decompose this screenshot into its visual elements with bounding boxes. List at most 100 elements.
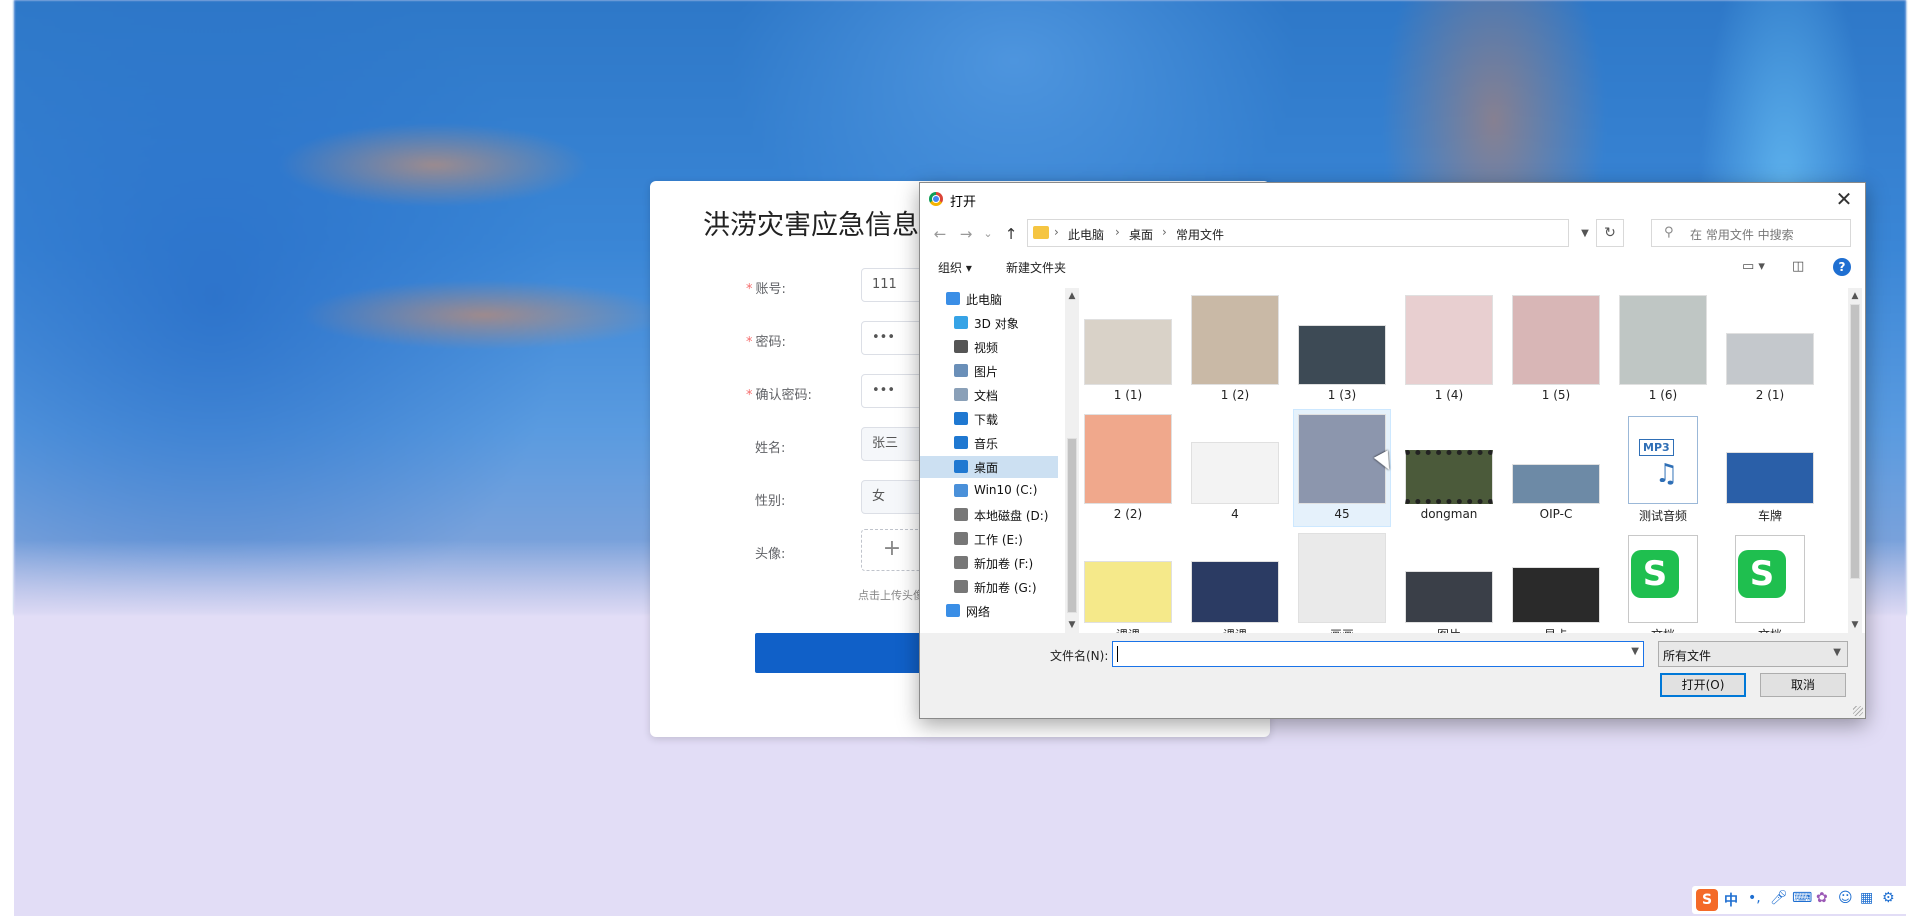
keyboard-icon[interactable]: ⌨ xyxy=(1792,890,1812,906)
file-item[interactable]: 画画 xyxy=(1294,529,1390,633)
sidebar-item[interactable]: 本地磁盘 (D:) xyxy=(920,504,1058,526)
breadcrumb-item[interactable]: 此电脑 xyxy=(1068,226,1104,243)
search-placeholder: 在 常用文件 中搜索 xyxy=(1690,228,1794,242)
mp3-file-icon: MP3 ♫ xyxy=(1628,416,1698,504)
file-name: 2 (2) xyxy=(1113,507,1143,521)
chevron-down-icon[interactable]: ▼ xyxy=(1631,646,1639,657)
file-item[interactable]: 1 (4) xyxy=(1401,291,1497,407)
file-item[interactable]: 课课 xyxy=(1080,529,1176,633)
sidebar-item[interactable]: 视频 xyxy=(920,336,1058,358)
view-options-icon[interactable]: ▭ ▾ xyxy=(1742,259,1765,274)
resize-grip[interactable] xyxy=(1853,706,1863,716)
breadcrumb-item[interactable]: 桌面 xyxy=(1129,226,1153,243)
sidebar-item[interactable]: 工作 (E:) xyxy=(920,528,1058,550)
refresh-button[interactable]: ↻ xyxy=(1596,219,1624,247)
file-item[interactable]: S 文档 xyxy=(1722,529,1818,633)
file-name: 文档 xyxy=(1722,626,1818,633)
baby-photo xyxy=(1405,295,1493,385)
file-item[interactable]: 1 (1) xyxy=(1080,291,1176,407)
dialog-titlebar[interactable]: 打开 ✕ xyxy=(920,183,1865,215)
desktop-icon xyxy=(954,460,968,473)
file-item[interactable]: 显卡 xyxy=(1508,529,1604,633)
address-bar[interactable]: › 此电脑 › 桌面 › 常用文件 ▼ xyxy=(1027,219,1589,247)
file-item[interactable]: 45 xyxy=(1293,409,1391,527)
open-file-dialog: 打开 ✕ ← → ⌄ ↑ › 此电脑 › 桌面 › 常用文件 ▼ ↻ ⚲ 在 常… xyxy=(919,182,1866,719)
microphone-icon[interactable]: 🎤︎ xyxy=(1770,890,1788,906)
sidebar-item[interactable]: 音乐 xyxy=(920,432,1058,454)
file-list: 1 (1) 1 (2) 1 (3) 1 (4) 1 (5) 1 (6) 2 (1) 2 (2)… xyxy=(1080,288,1848,633)
file-item[interactable]: 1 (3) xyxy=(1294,291,1390,407)
navigation-scrollbar[interactable]: ▲ ▼ xyxy=(1065,288,1079,633)
file-item[interactable]: 1 (6) xyxy=(1615,291,1711,407)
drive-icon xyxy=(954,508,968,521)
sidebar-item[interactable]: 下载 xyxy=(920,408,1058,430)
file-name: 45 xyxy=(1334,507,1350,521)
open-button[interactable]: 打开(O) xyxy=(1660,673,1746,697)
file-name: 1 (6) xyxy=(1648,388,1678,402)
scroll-up-icon[interactable]: ▲ xyxy=(1848,288,1862,304)
file-item[interactable]: 1 (2) xyxy=(1187,291,1283,407)
toolbox-icon[interactable]: ▦ xyxy=(1860,890,1873,906)
file-item[interactable]: 1 (5) xyxy=(1508,291,1604,407)
scroll-thumb[interactable] xyxy=(1067,438,1077,613)
field-label: * 账号: xyxy=(746,278,786,297)
back-button[interactable]: ← xyxy=(929,222,951,246)
scroll-down-icon[interactable]: ▼ xyxy=(1848,617,1862,633)
file-name: 测试音频 xyxy=(1638,509,1687,523)
cartoon-thumb xyxy=(1084,561,1172,623)
dialog-title: 打开 xyxy=(950,195,977,210)
file-item[interactable]: 4 xyxy=(1187,410,1283,526)
preview-pane-icon[interactable]: ◫ xyxy=(1792,259,1804,274)
up-button[interactable]: ↑ xyxy=(1000,222,1022,246)
recent-locations-button[interactable]: ⌄ xyxy=(977,222,999,246)
help-icon[interactable]: ? xyxy=(1833,258,1851,276)
punctuation-icon[interactable]: •, xyxy=(1748,890,1761,906)
file-name: 车牌 xyxy=(1757,509,1782,523)
file-item[interactable]: 车牌 xyxy=(1722,410,1818,526)
scroll-thumb[interactable] xyxy=(1850,304,1860,579)
filetype-select[interactable]: 所有文件 ▼ xyxy=(1658,641,1848,667)
search-box[interactable]: ⚲ 在 常用文件 中搜索 xyxy=(1651,219,1851,247)
avatar-upload[interactable]: + xyxy=(861,529,923,571)
sidebar-item[interactable]: Win10 (C:) xyxy=(920,480,1058,502)
file-item[interactable]: OIP-C xyxy=(1508,410,1604,526)
organize-button[interactable]: 组织 ▾ xyxy=(938,259,972,276)
file-item[interactable]: 2 (2) xyxy=(1080,410,1176,526)
new-folder-button[interactable]: 新建文件夹 xyxy=(1006,259,1066,276)
sidebar-item[interactable]: 文档 xyxy=(920,384,1058,406)
file-item[interactable]: 图片 xyxy=(1401,529,1497,633)
sidebar-item[interactable]: 新加卷 (F:) xyxy=(920,552,1058,574)
cancel-button[interactable]: 取消 xyxy=(1760,673,1846,697)
sidebar-item[interactable]: 图片 xyxy=(920,360,1058,382)
settings-icon[interactable]: ⚙ xyxy=(1882,890,1895,906)
file-item[interactable]: MP3 ♫ 测试音频 xyxy=(1615,410,1711,526)
building-photo xyxy=(1512,464,1600,504)
sidebar-item-label: 3D 对象 xyxy=(974,317,1019,331)
sidebar-item[interactable]: 桌面 xyxy=(920,456,1058,478)
chevron-down-icon[interactable]: ▼ xyxy=(1576,223,1594,245)
filename-input[interactable]: ▼ xyxy=(1112,641,1644,667)
ime-mode[interactable]: 中 xyxy=(1724,890,1738,910)
downloads-icon xyxy=(954,412,968,425)
file-item[interactable]: S 文档 xyxy=(1615,529,1711,633)
sidebar-item[interactable]: 新加卷 (G:) xyxy=(920,576,1058,598)
sogou-icon[interactable]: S xyxy=(1696,889,1718,911)
sidebar-item[interactable]: 此电脑 xyxy=(920,288,1058,310)
car-photo xyxy=(1726,452,1814,504)
file-item[interactable]: 2 (1) xyxy=(1722,291,1818,407)
emoji-icon[interactable]: ☺ xyxy=(1838,890,1853,906)
field-label: 姓名: xyxy=(755,437,785,456)
scroll-up-icon[interactable]: ▲ xyxy=(1065,288,1079,304)
file-name: 1 (1) xyxy=(1113,388,1143,402)
skin-icon[interactable]: ✿ xyxy=(1816,890,1828,906)
baby-photo xyxy=(1512,295,1600,385)
sidebar-item[interactable]: 网络 xyxy=(920,600,1058,622)
breadcrumb-item[interactable]: 常用文件 xyxy=(1176,226,1224,243)
forward-button[interactable]: → xyxy=(955,222,977,246)
file-item[interactable]: 课课 xyxy=(1187,529,1283,633)
file-list-scrollbar[interactable]: ▲ ▼ xyxy=(1848,288,1862,633)
sidebar-item[interactable]: 3D 对象 xyxy=(920,312,1058,334)
file-item[interactable]: dongman xyxy=(1401,410,1497,526)
close-button[interactable]: ✕ xyxy=(1831,186,1857,212)
scroll-down-icon[interactable]: ▼ xyxy=(1065,617,1079,633)
